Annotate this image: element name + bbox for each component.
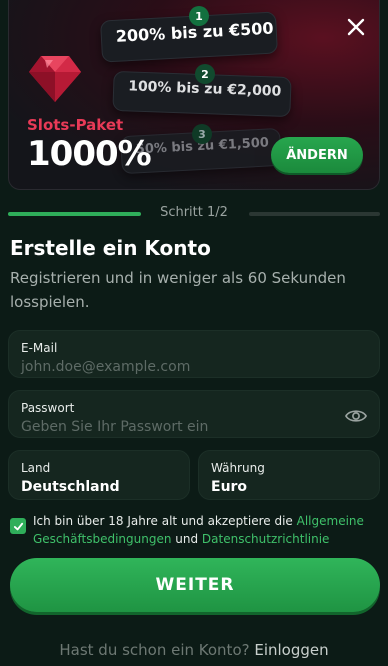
email-field[interactable]: E-Mail john.doe@example.com — [8, 330, 380, 378]
currency-select[interactable]: Währung Euro — [198, 450, 380, 500]
tier-3-number: 3 — [192, 124, 212, 144]
login-question: Hast du schon ein Konto? — [59, 641, 250, 659]
login-prompt: Hast du schon ein Konto? Einloggen — [0, 641, 388, 659]
email-label: E-Mail — [21, 341, 58, 355]
password-field[interactable]: Passwort Geben Sie Ihr Passwort ein — [8, 390, 380, 438]
country-label: Land — [21, 461, 51, 475]
continue-button[interactable]: WEITER — [10, 558, 380, 612]
page-subtitle: Registrieren und in weniger als 60 Sekun… — [10, 269, 346, 311]
password-placeholder: Geben Sie Ihr Passwort ein — [21, 419, 209, 435]
close-button[interactable] — [343, 14, 369, 40]
privacy-link[interactable]: Datenschutzrichtlinie — [202, 532, 330, 546]
terms-prefix: Ich bin über 18 Jahre alt und akzeptiere… — [33, 514, 297, 528]
terms-text: Ich bin über 18 Jahre alt und akzeptiere… — [33, 512, 378, 548]
page-title: Erstelle ein Konto — [10, 236, 211, 260]
promo-banner: 200% bis zu €500 1 100% bis zu €2,000 2 … — [8, 0, 380, 190]
tier-1-number: 1 — [189, 6, 209, 26]
tier-2-number: 2 — [195, 64, 215, 84]
country-select[interactable]: Land Deutschland — [8, 450, 190, 500]
currency-value: Euro — [211, 479, 248, 495]
country-value: Deutschland — [21, 479, 120, 495]
eye-icon[interactable] — [345, 405, 367, 427]
login-link[interactable]: Einloggen — [254, 641, 328, 659]
email-placeholder: john.doe@example.com — [21, 359, 191, 375]
terms-middle: und — [171, 532, 202, 546]
password-label: Passwort — [21, 401, 75, 415]
promo-percent: 1000% — [27, 134, 152, 174]
gem-icon — [29, 56, 81, 102]
currency-label: Währung — [211, 461, 265, 475]
promo-label: Slots-Paket — [27, 116, 124, 134]
step-progress-remaining — [249, 212, 380, 216]
check-icon — [13, 522, 23, 530]
terms-row: Ich bin über 18 Jahre alt und akzeptiere… — [8, 512, 380, 548]
step-indicator: Schritt 1/2 — [8, 204, 380, 224]
close-icon — [347, 18, 365, 36]
change-button[interactable]: ÄNDERN — [271, 137, 363, 173]
terms-checkbox[interactable] — [10, 518, 26, 534]
